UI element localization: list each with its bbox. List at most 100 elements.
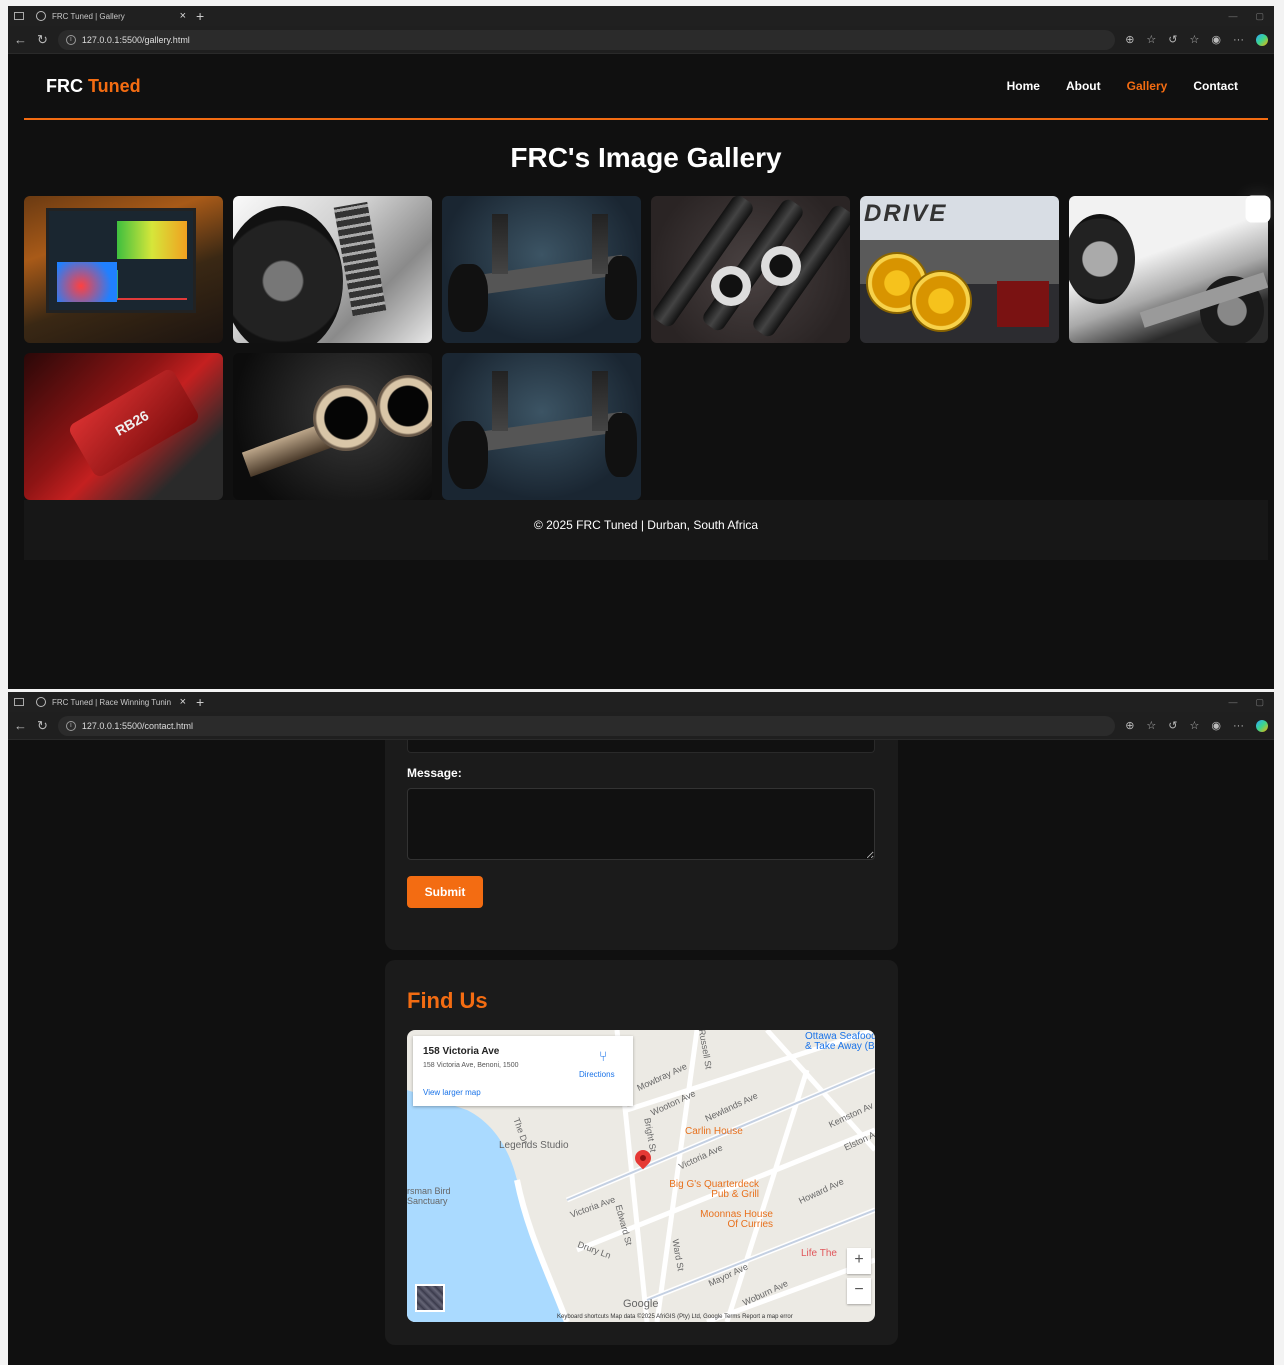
profile-icon[interactable]: ◉ — [1211, 719, 1221, 732]
site-header: FRC Tuned Home About Gallery Contact — [24, 54, 1268, 120]
browser-tab-bar: FRC Tuned | Gallery × + — ▢ — [8, 6, 1274, 26]
maximize-icon[interactable]: ▢ — [1255, 697, 1264, 708]
more-icon[interactable]: ··· — [1233, 34, 1244, 46]
image-grid: DRIVE RB26 — [24, 195, 1271, 500]
poi-carlin-house[interactable]: Carlin House — [685, 1126, 743, 1137]
google-logo: Google — [623, 1298, 659, 1310]
gallery-image-chassis-2[interactable] — [442, 353, 641, 500]
url-text: 127.0.0.1:5500/contact.html — [81, 720, 193, 731]
directions-link[interactable]: Directions — [579, 1070, 615, 1079]
favorites-icon[interactable]: ☆ — [1190, 719, 1200, 732]
window-controls: — ▢ — [1228, 11, 1274, 22]
gallery-browser-window: FRC Tuned | Gallery × + — ▢ ← ↻ i 127.0.… — [8, 6, 1274, 689]
back-icon[interactable]: ← — [14, 718, 27, 733]
globe-icon — [36, 697, 46, 707]
gallery-image-dyno[interactable]: DRIVE — [860, 196, 1059, 343]
url-field[interactable]: i 127.0.0.1:5500/gallery.html — [57, 29, 1116, 50]
logo-text-primary: FRC — [46, 75, 83, 96]
poi-legends-studio[interactable]: Legends Studio — [499, 1140, 569, 1151]
find-us-heading: Find Us — [407, 988, 488, 1013]
refresh-icon[interactable]: ↻ — [37, 718, 48, 734]
close-tab-icon[interactable]: × — [180, 696, 186, 708]
zoom-in-button[interactable]: + — [847, 1248, 871, 1274]
zoom-out-button[interactable]: − — [847, 1278, 871, 1304]
site-info-icon[interactable]: i — [65, 720, 76, 731]
gallery-image-tuning-laptop[interactable] — [24, 196, 223, 343]
poi-big-gs[interactable]: Big G's Quarterdeck Pub & Grill — [665, 1180, 759, 1200]
nav-gallery[interactable]: Gallery — [1127, 79, 1168, 93]
address-bar-row: ← ↻ i 127.0.0.1:5500/contact.html ⊕ ☆ ↺ … — [8, 712, 1274, 740]
favorite-star-icon[interactable]: ☆ — [1146, 719, 1156, 732]
map-attribution[interactable]: Keyboard shortcuts Map data ©2025 AfriGI… — [557, 1314, 793, 1320]
submit-button[interactable]: Submit — [407, 876, 483, 908]
nav-contact[interactable]: Contact — [1193, 79, 1238, 93]
browser-tab-bar: FRC Tuned | Race Winning Tunin × + — ▢ — [8, 692, 1274, 712]
profile-icon[interactable]: ◉ — [1211, 33, 1221, 46]
more-icon[interactable]: ··· — [1233, 720, 1244, 732]
favorites-icon[interactable]: ☆ — [1190, 33, 1200, 46]
place-name: 158 Victoria Ave — [423, 1046, 500, 1057]
new-tab-icon[interactable]: + — [196, 8, 204, 24]
zoom-icon[interactable]: ⊕ — [1125, 719, 1134, 732]
tab-title: FRC Tuned | Gallery — [52, 11, 125, 21]
url-field[interactable]: i 127.0.0.1:5500/contact.html — [57, 715, 1116, 736]
message-textarea[interactable] — [407, 788, 875, 860]
gallery-image-car-exhaust[interactable] — [1069, 196, 1268, 343]
email-field[interactable] — [407, 740, 875, 753]
refresh-extension-icon[interactable]: ↺ — [1168, 719, 1177, 732]
gallery-image-chassis[interactable] — [442, 196, 641, 343]
refresh-extension-icon[interactable]: ↺ — [1168, 33, 1177, 46]
site-info-icon[interactable]: i — [65, 34, 76, 45]
nav-about[interactable]: About — [1066, 79, 1101, 93]
close-tab-icon[interactable]: × — [180, 10, 186, 22]
minimize-icon[interactable]: — — [1228, 11, 1237, 22]
copilot-icon[interactable] — [1256, 719, 1268, 732]
poi-bird-sanctuary[interactable]: rsman Bird Sanctuary — [407, 1186, 467, 1206]
footer-text: © 2025 FRC Tuned | Durban, South Africa — [533, 518, 759, 532]
find-us-card: Find Us 158 Victoria Ave 158 Victoria Av… — [385, 960, 898, 1345]
main-nav: Home About Gallery Contact — [1007, 79, 1238, 93]
place-address: 158 Victoria Ave, Benoni, 1500 — [423, 1062, 519, 1069]
message-label: Message: — [407, 766, 462, 780]
browser-tab[interactable]: FRC Tuned | Gallery × — [36, 6, 186, 26]
nav-home[interactable]: Home — [1007, 79, 1040, 93]
gallery-image-engine[interactable]: RB26 — [24, 353, 223, 500]
poi-ottawa-seafood[interactable]: Ottawa Seafood & Take Away (B — [805, 1032, 875, 1052]
gallery-title: FRC's Image Gallery — [510, 142, 782, 173]
site-logo[interactable]: FRC Tuned — [46, 76, 141, 97]
tab-actions-icon[interactable] — [14, 698, 24, 706]
globe-icon — [36, 11, 46, 21]
contact-browser-window: FRC Tuned | Race Winning Tunin × + — ▢ ←… — [8, 692, 1274, 1365]
browser-toolbar: ⊕ ☆ ↺ ☆ ◉ ··· — [1125, 33, 1268, 46]
gallery-image-shocks-hovered[interactable] — [1245, 195, 1271, 223]
back-icon[interactable]: ← — [14, 32, 27, 47]
address-bar-row: ← ↻ i 127.0.0.1:5500/gallery.html ⊕ ☆ ↺ … — [8, 26, 1274, 54]
gallery-page: FRC Tuned Home About Gallery Contact FRC… — [8, 54, 1274, 560]
copilot-icon[interactable] — [1256, 33, 1268, 46]
refresh-icon[interactable]: ↻ — [37, 32, 48, 48]
browser-toolbar: ⊕ ☆ ↺ ☆ ◉ ··· — [1125, 719, 1268, 732]
poi-moonnas-house[interactable]: Moonnas House Of Curries — [689, 1210, 773, 1230]
gallery-image-shocks[interactable] — [651, 196, 850, 343]
view-larger-map-link[interactable]: View larger map — [423, 1088, 481, 1097]
place-info-card: 158 Victoria Ave 158 Victoria Ave, Benon… — [413, 1036, 633, 1106]
window-controls: — ▢ — [1228, 697, 1274, 708]
google-map-embed[interactable]: 158 Victoria Ave 158 Victoria Ave, Benon… — [407, 1030, 875, 1322]
gallery-image-exhaust-tips[interactable] — [233, 353, 432, 500]
minimize-icon[interactable]: — — [1228, 697, 1237, 708]
browser-tab[interactable]: FRC Tuned | Race Winning Tunin × — [36, 692, 186, 712]
url-text: 127.0.0.1:5500/gallery.html — [81, 34, 190, 45]
new-tab-icon[interactable]: + — [196, 694, 204, 710]
site-footer: © 2025 FRC Tuned | Durban, South Africa — [24, 500, 1268, 560]
directions-icon[interactable]: ⑂ — [599, 1048, 607, 1064]
poi-life-the[interactable]: Life The — [801, 1248, 837, 1259]
maximize-icon[interactable]: ▢ — [1255, 11, 1264, 22]
logo-text-accent: Tuned — [88, 75, 141, 96]
gallery-image-suspension[interactable] — [233, 196, 432, 343]
favorite-star-icon[interactable]: ☆ — [1146, 33, 1156, 46]
tab-actions-icon[interactable] — [14, 12, 24, 20]
tab-title: FRC Tuned | Race Winning Tunin — [52, 697, 172, 707]
satellite-toggle[interactable] — [415, 1284, 445, 1312]
zoom-icon[interactable]: ⊕ — [1125, 33, 1134, 46]
contact-form-card: Message: Submit — [385, 740, 898, 950]
